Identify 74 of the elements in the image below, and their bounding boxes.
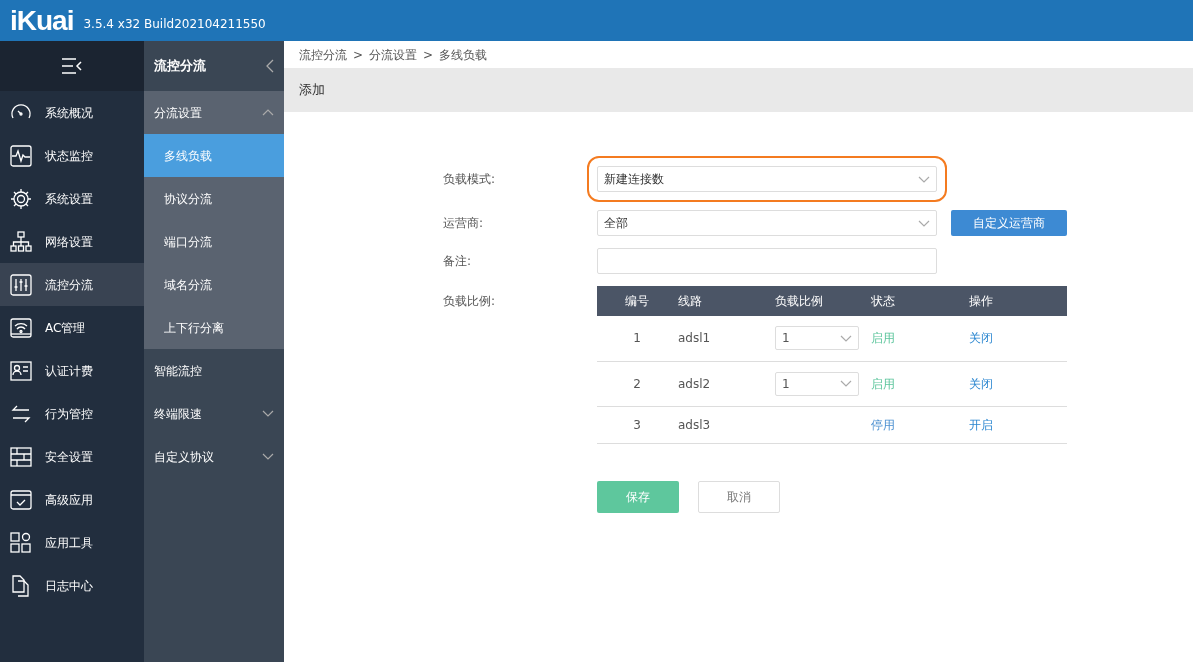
column-header: 负载比例 <box>774 286 870 316</box>
breadcrumb-item[interactable]: 分流设置 <box>369 45 418 64</box>
isp-select[interactable]: 全部 <box>597 210 937 236</box>
calendar-check-icon <box>9 487 33 512</box>
breadcrumb-item: 多线负载 <box>439 46 488 64</box>
column-header: 线路 <box>677 286 774 316</box>
column-header: 操作 <box>968 286 1067 316</box>
page-title: 添加 <box>284 68 1193 112</box>
chevron-icon <box>840 380 852 387</box>
chevron-icon <box>840 334 852 342</box>
action-link[interactable]: 关闭 <box>969 331 993 346</box>
table-cell: 3 <box>597 406 677 443</box>
chevron-icon <box>262 109 274 116</box>
ratio-select[interactable]: 1 <box>775 371 859 396</box>
sidebar-item[interactable]: 行为管控 <box>0 392 144 435</box>
submenu-item[interactable]: 上下行分离 <box>144 306 284 349</box>
sidebar-item[interactable]: 流控分流 <box>0 263 144 306</box>
sidebar-item[interactable]: 应用工具 <box>0 521 144 564</box>
table-cell: 2 <box>597 361 677 406</box>
collapse-icon[interactable] <box>266 59 274 73</box>
sidebar-item[interactable]: 安全设置 <box>0 435 144 478</box>
pulse-icon <box>9 143 33 168</box>
network-icon <box>9 229 33 254</box>
firewall-icon <box>9 444 33 469</box>
breadcrumb-separator: > <box>353 46 364 64</box>
sidebar-item[interactable]: 状态监控 <box>0 134 144 177</box>
sidebar-item[interactable]: 网络设置 <box>0 220 144 263</box>
field-label: 负载模式: <box>443 171 497 188</box>
status-text: 停用 <box>870 406 968 443</box>
status-text: 启用 <box>870 361 968 406</box>
submenu-item[interactable]: 协议分流 <box>144 177 284 220</box>
menu-icon[interactable] <box>61 57 83 75</box>
ratio-select[interactable]: 1 <box>775 326 859 351</box>
action-link[interactable]: 开启 <box>969 417 993 432</box>
submenu-group[interactable]: 自定义协议 <box>144 435 284 478</box>
sidebar-item[interactable]: 日志中心 <box>0 564 144 607</box>
sidebar-item[interactable]: 高级应用 <box>0 478 144 521</box>
submenu-group[interactable]: 终端限速 <box>144 392 284 435</box>
status-text: 启用 <box>870 316 968 361</box>
note-field[interactable] <box>597 248 937 274</box>
submenu-group[interactable]: 智能流控 <box>144 349 284 392</box>
logo: iKuai <box>10 7 74 35</box>
sidebar-item[interactable]: 系统概况 <box>0 91 144 134</box>
table-cell: adsl1 <box>677 316 774 361</box>
cancel-button[interactable]: 取消 <box>698 480 780 513</box>
version-text: 3.5.4 x32 Build202104211550 <box>83 16 266 33</box>
field-label: 备注: <box>443 253 473 270</box>
wifi-icon <box>9 315 33 340</box>
submenu-title: 流控分流 <box>154 57 206 76</box>
sliders-icon <box>9 272 33 297</box>
column-header: 编号 <box>597 286 677 316</box>
table-cell: adsl2 <box>677 361 774 406</box>
breadcrumb-item[interactable]: 流控分流 <box>299 45 347 64</box>
id-card-icon <box>9 358 33 383</box>
submenu-item[interactable]: 域名分流 <box>144 263 284 306</box>
action-link[interactable]: 关闭 <box>969 376 993 391</box>
submenu-group[interactable]: 分流设置 <box>144 91 284 134</box>
apps-icon <box>9 530 33 555</box>
field-label: 负载比例: <box>443 293 497 310</box>
sidebar-item[interactable]: 系统设置 <box>0 177 144 220</box>
chevron-icon <box>262 410 274 417</box>
chevron-icon <box>262 453 274 460</box>
settings-icon <box>9 186 33 211</box>
custom-isp-button[interactable]: 自定义运营商 <box>951 210 1067 236</box>
table-cell: 1 <box>597 316 677 361</box>
submenu-item[interactable]: 端口分流 <box>144 220 284 263</box>
field-label: 运营商: <box>443 215 485 232</box>
chevron-icon <box>918 175 930 183</box>
breadcrumb-separator: > <box>423 46 434 64</box>
column-header: 状态 <box>870 286 968 316</box>
chevron-icon <box>918 219 930 227</box>
sidebar-item[interactable]: 认证计费 <box>0 349 144 392</box>
table-cell: adsl3 <box>677 406 774 443</box>
sidebar-item[interactable]: AC管理 <box>0 306 144 349</box>
